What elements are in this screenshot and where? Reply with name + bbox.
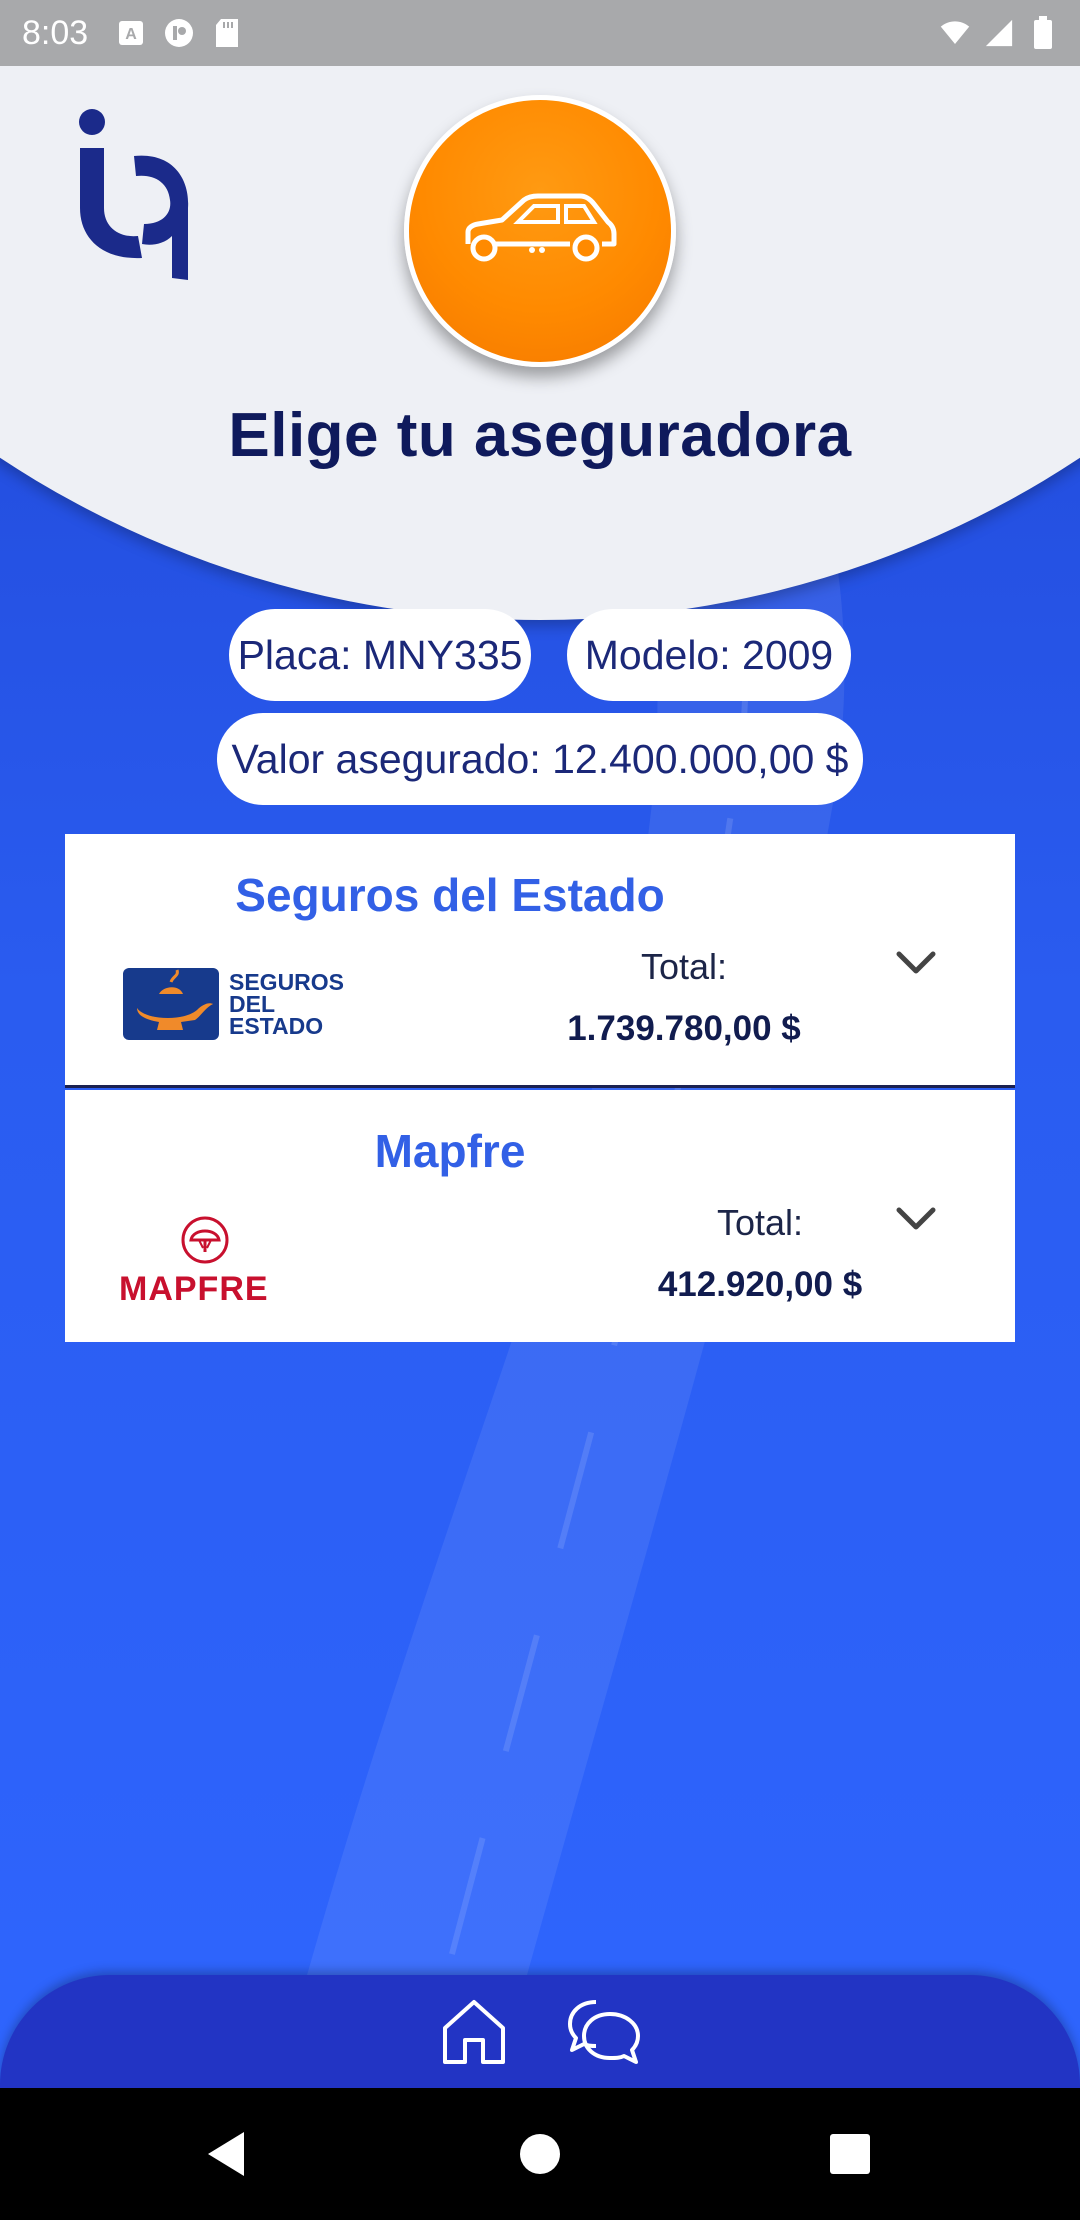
signal-icon: [984, 18, 1014, 48]
status-icons-right: [940, 16, 1058, 49]
mapfre-logo: MAPFRE: [119, 1216, 269, 1308]
page-title: Elige tu aseguradora: [228, 401, 852, 470]
chat-icon: [568, 2000, 640, 2064]
back-icon: [208, 2132, 244, 2176]
a-icon: A: [116, 18, 146, 48]
system-navigation-bar: [0, 2088, 1080, 2220]
home-button[interactable]: [436, 1993, 512, 2069]
mapfre-logo-text: MAPFRE: [119, 1270, 269, 1308]
chat-button[interactable]: [566, 1993, 642, 2069]
total-label: Total:: [716, 1202, 804, 1243]
svg-text:A: A: [125, 26, 137, 43]
total-value: 412.920,00 $: [657, 1265, 863, 1304]
total-label: Total:: [640, 946, 728, 987]
bottom-navigation: [0, 1975, 1080, 2100]
sd-card-icon: [212, 18, 242, 48]
back-button[interactable]: [196, 2124, 256, 2184]
square-icon: [830, 2134, 870, 2174]
home-icon: [443, 2000, 505, 2064]
placa-pill: Placa: MNY335: [229, 609, 531, 701]
iq-logo: [79, 109, 189, 280]
chevron-down-icon[interactable]: [891, 1202, 941, 1238]
circle-icon: [520, 2134, 560, 2174]
recent-apps-button[interactable]: [820, 2124, 880, 2184]
car-icon: [465, 193, 617, 262]
status-time: 8:03: [22, 13, 89, 52]
system-home-button[interactable]: [510, 2124, 570, 2184]
modelo-pill: Modelo: 2009: [567, 609, 851, 701]
total-value: 1.739.780,00 $: [567, 1009, 801, 1048]
insurer-card-seguros-del-estado[interactable]: Seguros del Estado SEGUROS DEL ESTADO To…: [65, 834, 1015, 1088]
screen: 8:03 A Elige tu aseguradora Placa: MNY33…: [0, 0, 1080, 2220]
insurer-card-mapfre[interactable]: Mapfre MAPFRE Total: 412.920,00 $: [65, 1090, 1015, 1342]
vehicle-badge: [404, 95, 676, 367]
chevron-down-icon[interactable]: [891, 946, 941, 982]
app-icon: [164, 18, 194, 48]
status-icons-left: A: [116, 18, 242, 48]
status-bar: 8:03 A: [0, 0, 1080, 66]
seguros-logo-line-3: ESTADO: [229, 1013, 323, 1039]
insurer-name: Mapfre: [374, 1125, 526, 1177]
battery-icon: [1028, 16, 1058, 49]
valor-asegurado-pill: Valor asegurado: 12.400.000,00 $: [217, 713, 863, 805]
insurer-name: Seguros del Estado: [235, 869, 665, 921]
seguros-del-estado-logo: SEGUROS DEL ESTADO: [123, 968, 344, 1040]
wifi-icon: [940, 18, 970, 48]
